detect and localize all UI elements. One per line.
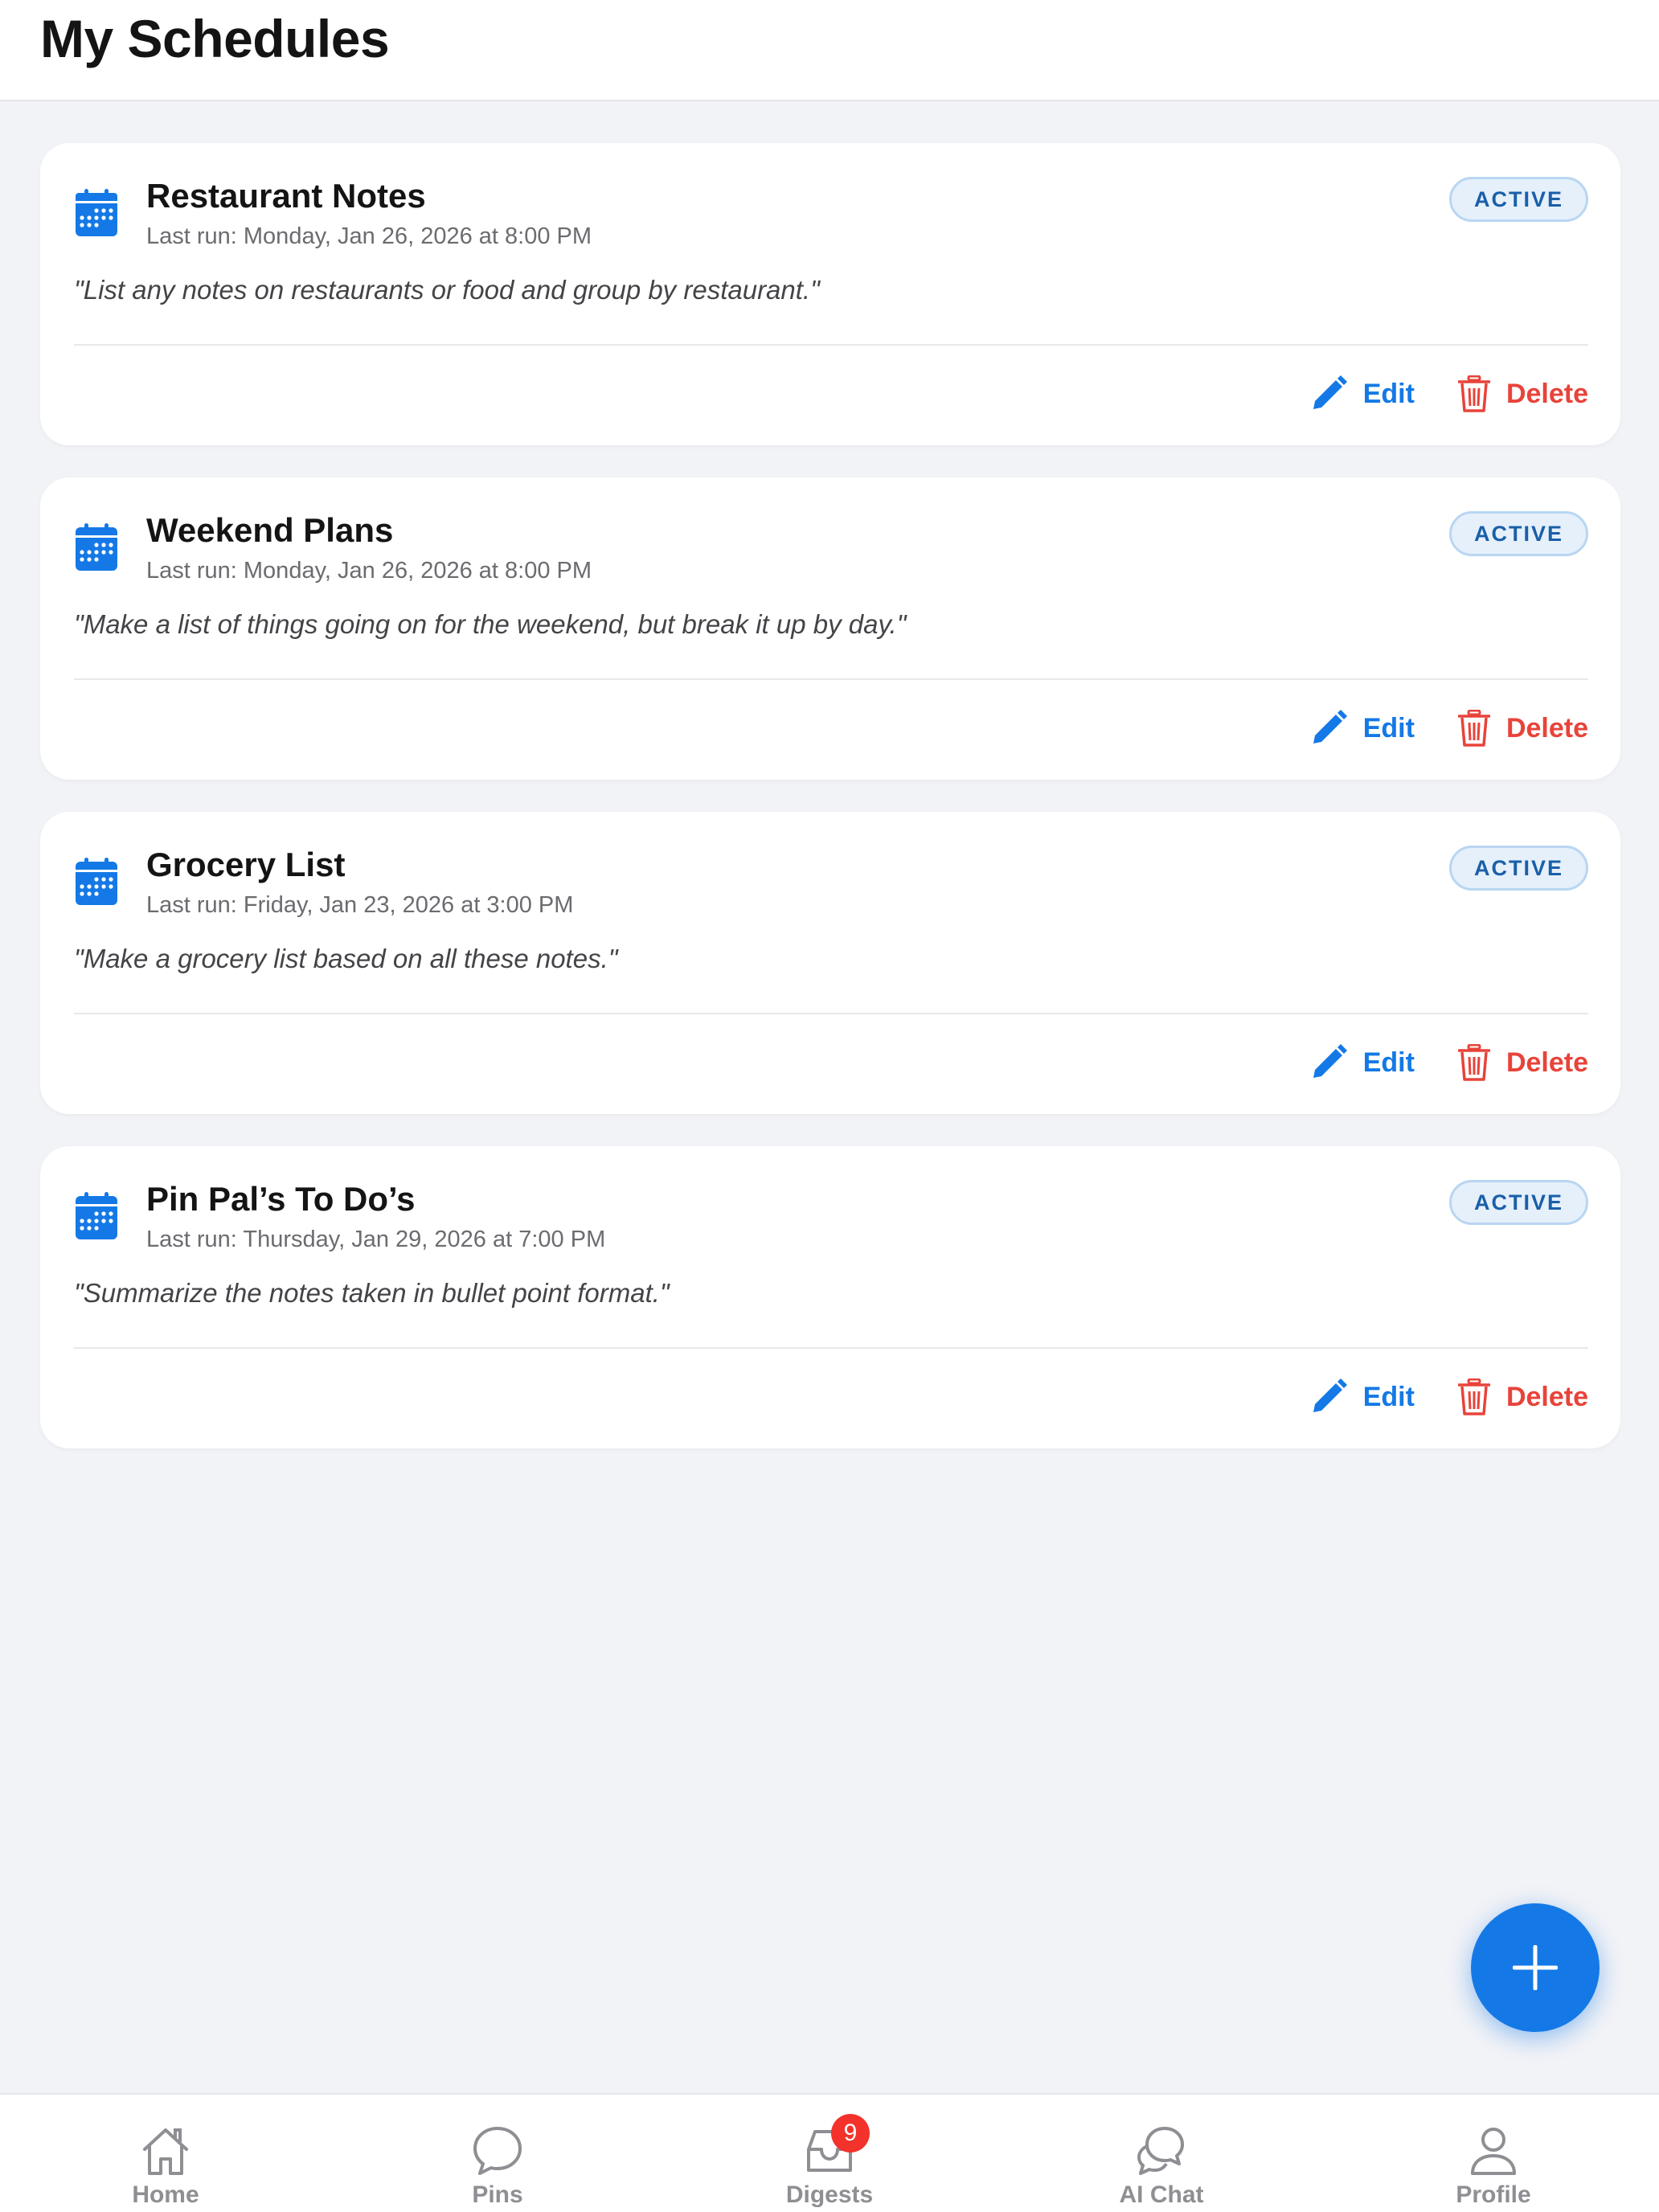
schedule-card: Grocery List Last run: Friday, Jan 23, 2… — [40, 812, 1620, 1114]
status-badge: ACTIVE — [1448, 846, 1588, 891]
card-actions: Edit Delete — [1310, 1038, 1588, 1087]
schedule-title: Restaurant Notes — [146, 177, 426, 215]
calendar-icon — [76, 189, 117, 236]
schedule-title: Weekend Plans — [146, 511, 394, 549]
status-badge: ACTIVE — [1448, 177, 1588, 222]
edit-label: Edit — [1362, 1381, 1415, 1412]
tab-digests[interactable]: 9 Digests — [725, 2114, 934, 2209]
schedule-card: Pin Pal’s To Do’s Last run: Thursday, Ja… — [40, 1146, 1620, 1448]
schedule-list: Restaurant Notes Last run: Monday, Jan 2… — [40, 143, 1620, 1481]
schedule-prompt: "List any notes on restaurants or food a… — [74, 275, 820, 305]
divider — [74, 678, 1588, 680]
trash-icon — [1457, 1044, 1490, 1081]
last-run-text: Last run: Monday, Jan 26, 2026 at 8:00 P… — [146, 558, 592, 584]
edit-button[interactable]: Edit — [1310, 1044, 1415, 1081]
delete-label: Delete — [1505, 712, 1588, 743]
card-actions: Edit Delete — [1310, 1373, 1588, 1421]
schedule-prompt: "Make a grocery list based on all these … — [74, 944, 618, 973]
calendar-icon — [76, 858, 117, 905]
divider — [74, 344, 1588, 346]
last-run-text: Last run: Thursday, Jan 29, 2026 at 7:00… — [146, 1227, 606, 1252]
card-actions: Edit Delete — [1310, 370, 1588, 418]
last-run-text: Last run: Friday, Jan 23, 2026 at 3:00 P… — [146, 892, 574, 918]
pencil-icon — [1313, 1378, 1347, 1412]
notification-badge: 9 — [831, 2114, 870, 2153]
person-icon — [1471, 2128, 1516, 2175]
pencil-icon — [1313, 710, 1347, 743]
status-badge: ACTIVE — [1448, 511, 1588, 556]
delete-label: Delete — [1505, 1047, 1588, 1078]
trash-icon — [1457, 710, 1490, 747]
chat-bubbles-icon — [1137, 2127, 1184, 2175]
card-actions: Edit Delete — [1310, 704, 1588, 752]
delete-button[interactable]: Delete — [1457, 375, 1588, 412]
schedule-title: Grocery List — [146, 846, 346, 883]
edit-button[interactable]: Edit — [1310, 710, 1415, 747]
delete-label: Delete — [1505, 1381, 1588, 1412]
pencil-icon — [1313, 375, 1347, 409]
schedule-prompt: "Summarize the notes taken in bullet poi… — [74, 1278, 670, 1308]
tab-label: Pins — [472, 2181, 523, 2208]
edit-button[interactable]: Edit — [1310, 375, 1415, 412]
delete-button[interactable]: Delete — [1457, 1044, 1588, 1081]
home-icon — [143, 2128, 188, 2175]
top-bar: My Schedules — [0, 0, 1659, 101]
tab-label: Home — [132, 2181, 199, 2208]
edit-button[interactable]: Edit — [1310, 1378, 1415, 1415]
plus-icon — [1513, 1945, 1558, 1990]
calendar-icon — [76, 1192, 117, 1239]
schedule-card: Weekend Plans Last run: Monday, Jan 26, … — [40, 477, 1620, 780]
tab-label: Profile — [1456, 2181, 1531, 2208]
tab-label: AI Chat — [1119, 2181, 1204, 2208]
trash-icon — [1457, 1378, 1490, 1415]
tab-bar: Home Pins 9 Digests AI Chat Profile — [0, 2093, 1659, 2212]
divider — [74, 1013, 1588, 1014]
tab-label: Digests — [785, 2181, 874, 2208]
schedule-prompt: "Make a list of things going on for the … — [74, 609, 907, 639]
edit-label: Edit — [1362, 712, 1415, 743]
delete-button[interactable]: Delete — [1457, 710, 1588, 747]
status-badge: ACTIVE — [1448, 1180, 1588, 1225]
divider — [74, 1347, 1588, 1349]
add-schedule-button[interactable] — [1471, 1903, 1600, 2032]
schedule-title: Pin Pal’s To Do’s — [146, 1180, 416, 1218]
edit-label: Edit — [1362, 378, 1415, 409]
last-run-text: Last run: Monday, Jan 26, 2026 at 8:00 P… — [146, 223, 592, 249]
delete-label: Delete — [1505, 378, 1588, 409]
trash-icon — [1457, 375, 1490, 412]
tab-ai-chat[interactable]: AI Chat — [1057, 2122, 1266, 2209]
calendar-icon — [76, 523, 117, 571]
tab-home[interactable]: Home — [61, 2122, 270, 2209]
tab-profile[interactable]: Profile — [1389, 2122, 1598, 2209]
delete-button[interactable]: Delete — [1457, 1378, 1588, 1415]
pencil-icon — [1313, 1044, 1347, 1078]
page-title: My Schedules — [40, 9, 390, 68]
schedule-card: Restaurant Notes Last run: Monday, Jan 2… — [40, 143, 1620, 445]
edit-label: Edit — [1362, 1047, 1415, 1078]
tab-pins[interactable]: Pins — [393, 2122, 602, 2209]
chat-bubble-icon — [473, 2127, 522, 2175]
